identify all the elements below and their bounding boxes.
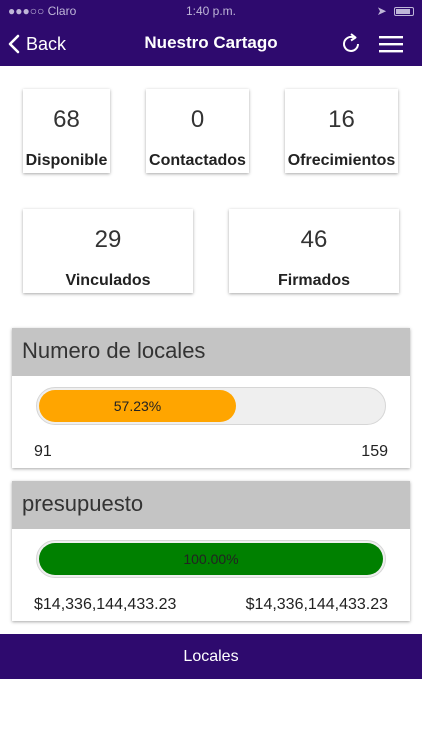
stat-label: Firmados [277, 272, 350, 289]
presupuesto-panel: presupuesto 100.00% $14,336,144,433.23 $… [12, 481, 410, 621]
presupuesto-min-value: $14,336,144,433.23 [34, 596, 177, 613]
stat-label: Disponible [25, 152, 108, 169]
locales-progress-bar: 57.23% [36, 387, 386, 425]
stat-label: Contactados [149, 152, 246, 169]
presupuesto-progress-bar: 100.00% [36, 540, 386, 578]
battery-icon [394, 7, 414, 17]
app-header: ●●●○○ Claro 1:40 p.m. ➤ Back Nuestro Car… [0, 0, 422, 66]
locales-min-value: 91 [34, 443, 52, 460]
stat-value: 0 [190, 106, 205, 133]
stat-label: Vinculados [65, 272, 151, 289]
locales-panel: Numero de locales 57.23% 91 159 [12, 328, 410, 468]
status-time: 1:40 p.m. [185, 4, 237, 18]
nav-bar: Back Nuestro Cartago [0, 22, 422, 66]
panel-title: presupuesto [12, 481, 410, 529]
stat-card-vinculados[interactable]: 29 Vinculados [23, 209, 193, 293]
stat-card-firmados[interactable]: 46 Firmados [229, 209, 399, 293]
panel-title: Numero de locales [12, 328, 410, 376]
stat-card-ofrecimientos[interactable]: 16 Ofrecimientos [285, 89, 398, 173]
stat-value: 16 [328, 106, 355, 133]
locales-max-value: 159 [361, 443, 388, 460]
locales-footer-button[interactable]: Locales [0, 634, 422, 679]
stat-card-disponible[interactable]: 68 Disponible [23, 89, 110, 173]
stat-label: Ofrecimientos [287, 152, 396, 169]
refresh-icon[interactable] [338, 31, 364, 57]
stat-value: 29 [94, 226, 122, 253]
presupuesto-max-value: $14,336,144,433.23 [245, 596, 388, 613]
stat-value: 68 [53, 106, 80, 133]
locales-progress-fill: 57.23% [39, 390, 236, 422]
presupuesto-progress-fill: 100.00% [39, 543, 383, 575]
location-icon: ➤ [376, 4, 387, 18]
status-bar: ●●●○○ Claro 1:40 p.m. ➤ [0, 0, 422, 22]
hamburger-menu-icon[interactable] [378, 32, 404, 56]
stat-value: 46 [300, 226, 328, 253]
status-icons: ➤ [377, 4, 414, 18]
stat-card-contactados[interactable]: 0 Contactados [146, 89, 249, 173]
